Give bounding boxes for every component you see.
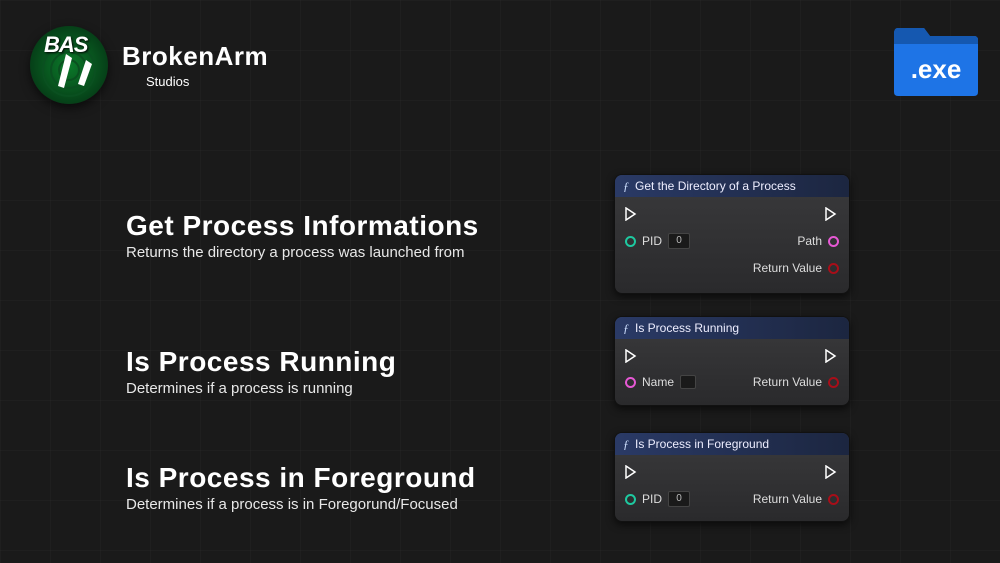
- node-is-running[interactable]: ƒ Is Process Running Name Return Value: [614, 316, 850, 406]
- return-value-output-pin[interactable]: Return Value: [753, 375, 839, 389]
- exec-out-pin[interactable]: [825, 207, 839, 221]
- node-is-running-title: Is Process Running: [635, 321, 739, 335]
- return-value-output-pin[interactable]: Return Value: [753, 492, 839, 506]
- exe-icon-label: .exe: [911, 54, 962, 84]
- brand-logo-group: BAS BrokenArm Studios: [30, 26, 268, 104]
- exe-folder-icon: .exe: [890, 18, 982, 105]
- brand-subtitle: Studios: [146, 74, 268, 89]
- exec-out-pin[interactable]: [825, 349, 839, 363]
- name-label: Name: [642, 375, 674, 389]
- section-2: Is Process Running Determines if a proce…: [126, 346, 396, 397]
- pid-label: PID: [642, 492, 662, 506]
- name-input-pin[interactable]: Name: [625, 375, 696, 389]
- path-output-pin[interactable]: Path: [797, 234, 839, 248]
- function-icon: ƒ: [623, 179, 629, 194]
- return-value-output-pin[interactable]: Return Value: [753, 261, 839, 275]
- section-2-title: Is Process Running: [126, 346, 396, 378]
- exec-in-pin[interactable]: [625, 349, 639, 363]
- exec-in-pin[interactable]: [625, 207, 639, 221]
- node-is-foreground[interactable]: ƒ Is Process in Foreground PID 0 Return …: [614, 432, 850, 522]
- section-1-subtitle: Returns the directory a process was laun…: [126, 244, 479, 261]
- node-get-directory-title: Get the Directory of a Process: [635, 179, 796, 193]
- bas-logo: BAS: [30, 26, 108, 104]
- function-icon: ƒ: [623, 437, 629, 452]
- section-1: Get Process Informations Returns the dir…: [126, 210, 479, 261]
- path-label: Path: [797, 234, 822, 248]
- function-icon: ƒ: [623, 321, 629, 336]
- node-is-running-header[interactable]: ƒ Is Process Running: [615, 317, 849, 339]
- name-value-field[interactable]: [680, 375, 696, 389]
- node-is-foreground-title: Is Process in Foreground: [635, 437, 769, 451]
- return-value-label: Return Value: [753, 492, 822, 506]
- pid-label: PID: [642, 234, 662, 248]
- pid-value-field[interactable]: 0: [668, 233, 690, 249]
- pid-input-pin[interactable]: PID 0: [625, 233, 690, 249]
- node-get-directory[interactable]: ƒ Get the Directory of a Process PID 0 P…: [614, 174, 850, 294]
- pid-input-pin[interactable]: PID 0: [625, 491, 690, 507]
- brand-text: BrokenArm Studios: [122, 41, 268, 89]
- exec-in-pin[interactable]: [625, 465, 639, 479]
- exec-out-pin[interactable]: [825, 465, 839, 479]
- return-value-label: Return Value: [753, 261, 822, 275]
- section-3: Is Process in Foreground Determines if a…: [126, 462, 476, 513]
- node-get-directory-header[interactable]: ƒ Get the Directory of a Process: [615, 175, 849, 197]
- section-1-title: Get Process Informations: [126, 210, 479, 242]
- return-value-label: Return Value: [753, 375, 822, 389]
- section-3-subtitle: Determines if a process is in Foregorund…: [126, 496, 476, 513]
- section-2-subtitle: Determines if a process is running: [126, 380, 396, 397]
- section-3-title: Is Process in Foreground: [126, 462, 476, 494]
- brand-title: BrokenArm: [122, 41, 268, 72]
- node-is-foreground-header[interactable]: ƒ Is Process in Foreground: [615, 433, 849, 455]
- pid-value-field[interactable]: 0: [668, 491, 690, 507]
- bas-logo-text: BAS: [44, 32, 87, 58]
